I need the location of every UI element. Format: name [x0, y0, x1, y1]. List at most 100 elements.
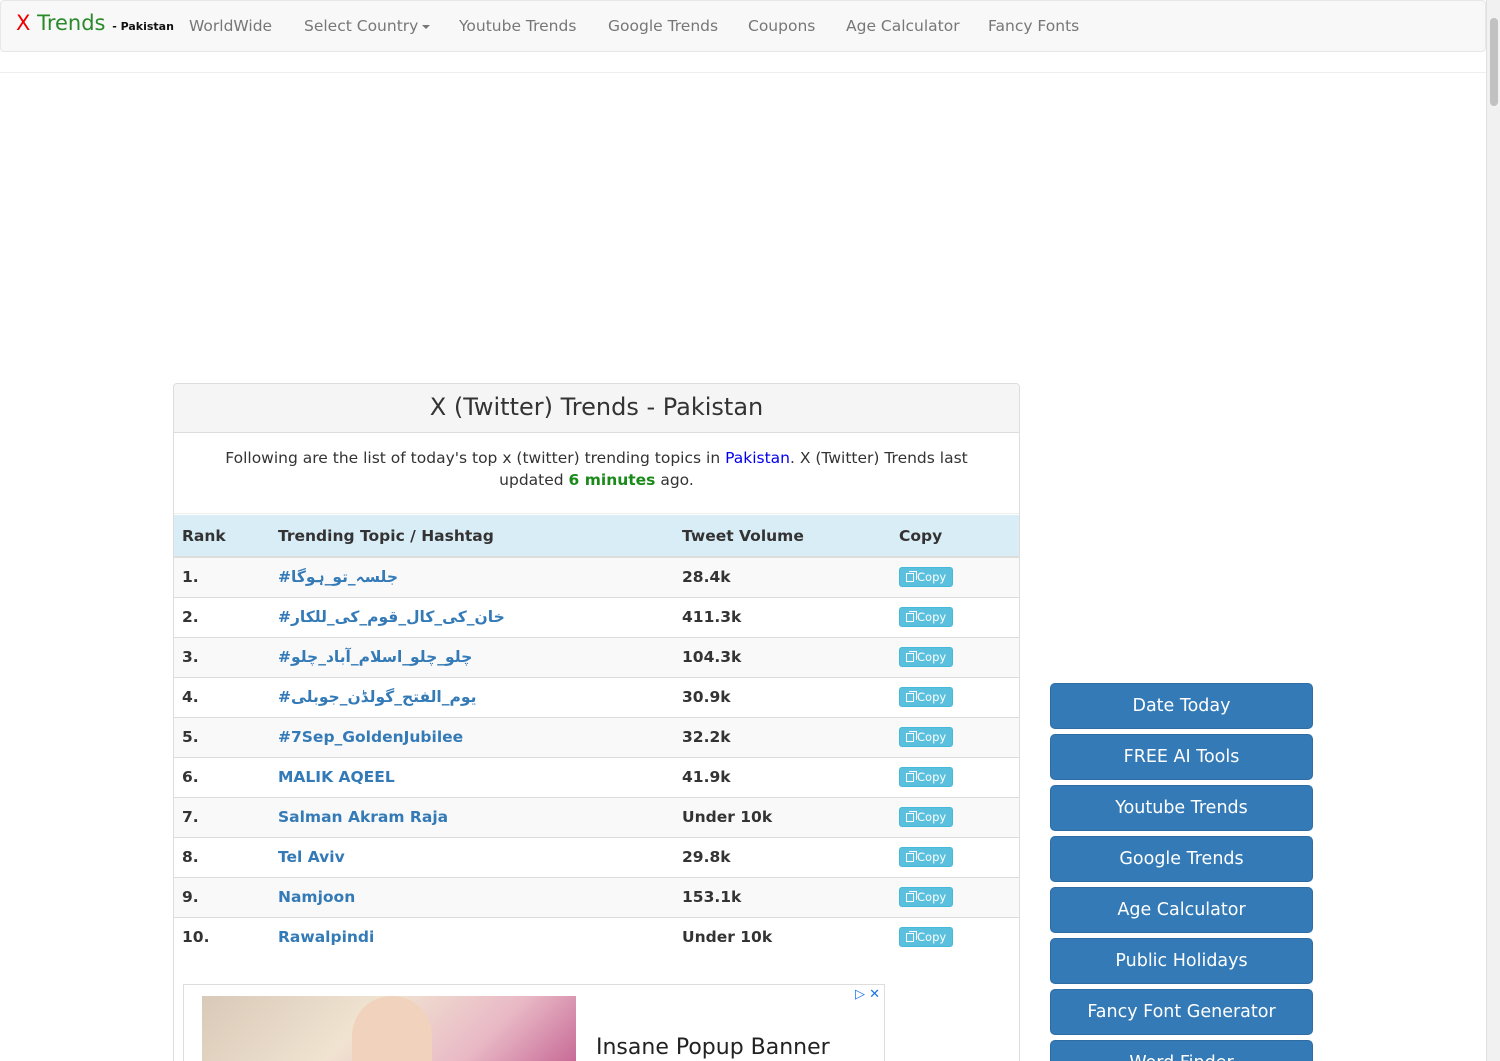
copy-label: Copy	[917, 610, 947, 624]
intro-text: Following are the list of today's top x …	[174, 433, 1019, 514]
row-volume: Under 10k	[674, 796, 891, 837]
row-volume: 28.4k	[674, 556, 891, 597]
row-rank: 3.	[174, 636, 270, 677]
intro-post: ago.	[655, 471, 694, 489]
row-rank: 10.	[174, 916, 270, 957]
table-row: 5. #7Sep_GoldenJubilee 32.2k Copy	[174, 716, 1019, 757]
copy-icon	[906, 771, 917, 782]
copy-icon	[906, 811, 917, 822]
copy-button[interactable]: Copy	[899, 647, 954, 667]
row-topic-link[interactable]: Namjoon	[270, 876, 674, 917]
nav-coupons[interactable]: Coupons	[748, 17, 815, 35]
sidebar-button-word-finder[interactable]: Word Finder	[1050, 1040, 1313, 1061]
row-volume: 41.9k	[674, 756, 891, 797]
copy-button[interactable]: Copy	[899, 607, 954, 627]
row-rank: 7.	[174, 796, 270, 837]
row-topic-link[interactable]: #چلو_چلو_اسلام_آباد_چلو	[270, 636, 674, 677]
copy-icon	[906, 931, 917, 943]
row-volume: 30.9k	[674, 676, 891, 717]
ad-image-figure	[352, 996, 432, 1061]
nav-youtube-trends[interactable]: Youtube Trends	[459, 17, 576, 35]
intro-pre: Following are the list of today's top x …	[225, 449, 726, 467]
table-row: 6. MALIK AQEEL 41.9k Copy	[174, 756, 1019, 797]
copy-label: Copy	[917, 810, 947, 824]
copy-button[interactable]: Copy	[899, 847, 954, 867]
scrollbar-thumb[interactable]	[1490, 18, 1498, 106]
table-row: 2. #خان_کی_کال_قوم_کی_للکار 411.3k Copy	[174, 596, 1019, 637]
row-topic-link[interactable]: #7Sep_GoldenJubilee	[270, 716, 674, 757]
table-row: 9. Namjoon 153.1k Copy	[174, 876, 1019, 917]
copy-label: Copy	[917, 890, 947, 904]
copy-label: Copy	[917, 690, 947, 704]
row-topic-link[interactable]: Rawalpindi	[270, 916, 674, 957]
row-topic-link[interactable]: #یوم_الفتح_گولڈن_جوبلی	[270, 676, 674, 717]
copy-label: Copy	[917, 570, 947, 585]
copy-icon	[906, 571, 917, 583]
row-rank: 8.	[174, 836, 270, 877]
brand-country: - Pakistan	[112, 20, 174, 33]
divider	[0, 72, 1486, 73]
copy-button[interactable]: Copy	[899, 767, 954, 787]
scrollbar[interactable]	[1486, 0, 1500, 1061]
copy-button[interactable]: Copy	[899, 887, 954, 907]
header-copy: Copy	[891, 515, 1019, 558]
row-volume: Under 10k	[674, 916, 891, 957]
copy-icon	[906, 611, 917, 622]
table-header-row: Rank Trending Topic / Hashtag Tweet Volu…	[174, 515, 1019, 558]
ad-image[interactable]	[202, 996, 576, 1061]
table-row: 7. Salman Akram Raja Under 10k Copy	[174, 796, 1019, 837]
sidebar-button-google-trends[interactable]: Google Trends	[1050, 836, 1313, 882]
sidebar-button-youtube-trends[interactable]: Youtube Trends	[1050, 785, 1313, 831]
sidebar-button-free-ai-tools[interactable]: FREE AI Tools	[1050, 734, 1313, 780]
copy-label: Copy	[917, 930, 947, 945]
copy-icon	[906, 851, 917, 862]
row-rank: 9.	[174, 876, 270, 917]
table-row: 1. #جلسہ_تو_ہوگا 28.4k Copy	[174, 556, 1019, 597]
row-volume: 411.3k	[674, 596, 891, 637]
copy-button[interactable]: Copy	[899, 927, 954, 948]
copy-icon	[906, 891, 917, 902]
brand-trends: Trends	[37, 11, 106, 35]
row-volume: 32.2k	[674, 716, 891, 757]
brand-logo[interactable]: X Trends - Pakistan	[16, 11, 174, 35]
copy-button[interactable]: Copy	[899, 727, 954, 747]
copy-button[interactable]: Copy	[899, 807, 954, 827]
copy-button[interactable]: Copy	[899, 687, 954, 707]
sidebar-button-public-holidays[interactable]: Public Holidays	[1050, 938, 1313, 984]
ad-close-icon[interactable]: ▷ ✕	[855, 987, 880, 1002]
header-topic: Trending Topic / Hashtag	[270, 515, 674, 558]
nav-worldwide[interactable]: WorldWide	[189, 17, 272, 35]
nav-select-country[interactable]: Select Country	[304, 17, 431, 35]
copy-icon	[906, 651, 917, 662]
copy-icon	[906, 691, 917, 702]
sidebar-button-age-calculator[interactable]: Age Calculator	[1050, 887, 1313, 933]
ad-text[interactable]: Insane Popup Banner	[596, 1035, 830, 1060]
brand-x: X	[16, 11, 31, 35]
row-topic-link[interactable]: #خان_کی_کال_قوم_کی_للکار	[270, 596, 674, 637]
nav-fancy-fonts[interactable]: Fancy Fonts	[988, 17, 1079, 35]
ad-banner[interactable]: Insane Popup Banner ▷ ✕	[183, 984, 885, 1061]
trends-panel: X (Twitter) Trends - Pakistan Following …	[173, 383, 1020, 1061]
page-title: X (Twitter) Trends - Pakistan	[174, 384, 1019, 433]
nav-age-calculator[interactable]: Age Calculator	[846, 17, 960, 35]
nav-google-trends[interactable]: Google Trends	[608, 17, 718, 35]
trends-table: Rank Trending Topic / Hashtag Tweet Volu…	[174, 515, 1019, 957]
table-row: 4. #یوم_الفتح_گولڈن_جوبلی 30.9k Copy	[174, 676, 1019, 717]
header-volume: Tweet Volume	[674, 515, 891, 558]
copy-label: Copy	[917, 770, 947, 784]
row-topic-link[interactable]: MALIK AQEEL	[270, 756, 674, 797]
intro-country: Pakistan	[725, 449, 790, 467]
row-rank: 2.	[174, 596, 270, 637]
copy-label: Copy	[917, 850, 947, 864]
row-rank: 1.	[174, 556, 270, 597]
row-topic-link[interactable]: #جلسہ_تو_ہوگا	[270, 556, 674, 597]
sidebar-button-date-today[interactable]: Date Today	[1050, 683, 1313, 729]
navbar: X Trends - Pakistan WorldWide Select Cou…	[0, 0, 1486, 52]
row-topic-link[interactable]: Tel Aviv	[270, 836, 674, 877]
intro-updated: 6 minutes	[568, 471, 656, 489]
row-volume: 29.8k	[674, 836, 891, 877]
row-topic-link[interactable]: Salman Akram Raja	[270, 796, 674, 837]
row-volume: 153.1k	[674, 876, 891, 917]
sidebar-button-fancy-font-generator[interactable]: Fancy Font Generator	[1050, 989, 1313, 1035]
copy-button[interactable]: Copy	[899, 567, 954, 588]
